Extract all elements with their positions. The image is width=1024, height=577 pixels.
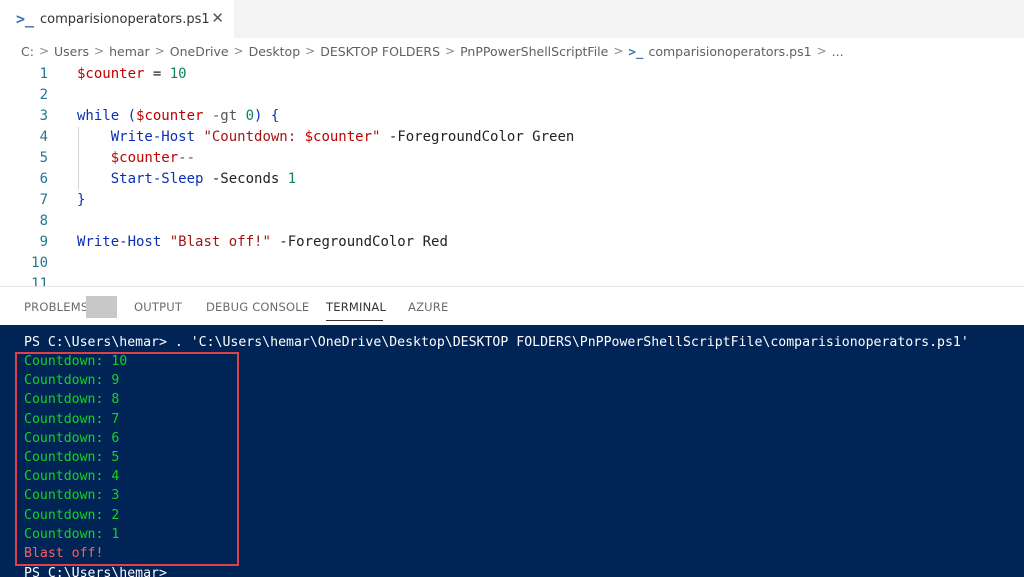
line-number: 2 [39,87,48,103]
chevron-right-icon: > [613,44,624,58]
code-line[interactable]: 2 [0,85,1024,106]
code-line[interactable]: 1 $counter = 10 [0,64,1024,85]
code-line[interactable]: 10 [0,253,1024,274]
breadcrumb-item[interactable]: ... [832,44,844,59]
code-token: $counter [304,129,373,145]
tab-debug-console[interactable]: DEBUG CONSOLE [206,300,309,314]
code-line[interactable]: 7} [0,190,1024,211]
breadcrumb-item[interactable]: Desktop [249,44,301,59]
code-token: 0 [245,108,255,124]
code-token: Start-Sleep [110,171,204,187]
line-number: 1 [39,66,48,82]
problems-count-badge [86,296,117,318]
chevron-right-icon: > [38,44,50,58]
line-number: 8 [39,213,48,229]
code-text: $counter-- [77,148,195,169]
chevron-right-icon: > [154,44,165,58]
indent-guide [78,127,79,190]
code-token: 1 [287,171,297,187]
breadcrumb: C: > Users > hemar > OneDrive > Desktop > DESKTOP … [0,38,1024,64]
output-highlight-box [15,352,239,566]
terminal-command-line: PS C:\Users\hemar> . 'C:\Users\hemar\One… [24,335,969,350]
code-text: while ($counter -gt 0) { [77,106,279,127]
code-token: Write-Host [110,129,196,145]
code-token: $counter [136,108,204,124]
code-token: Write-Host [77,234,162,250]
line-number: 9 [39,234,48,250]
panel-tab-bar: PROBLEMS OUTPUT DEBUG CONSOLE TERMINAL A… [0,287,1024,325]
close-icon[interactable]: ✕ [211,10,224,26]
tab-terminal[interactable]: TERMINAL [326,300,386,314]
breadcrumb-item[interactable]: C: [21,44,34,59]
tab-comparisionoperators[interactable]: >_ comparisionoperators.ps1 ✕ [0,0,234,38]
code-line[interactable]: 4 Write-Host "Countdown: $counter" -Fore… [0,127,1024,148]
code-text: $counter = 10 [77,64,187,85]
code-token: "Countdown: [195,129,305,145]
line-number: 4 [39,129,48,145]
code-token: -- [178,150,196,166]
chevron-right-icon: > [94,44,105,58]
chevron-right-icon: > [445,44,456,58]
code-token: -gt [203,108,246,124]
code-text: Write-Host "Countdown: $counter" -Foregr… [77,127,575,148]
code-token: -ForegroundColor Red [270,234,448,250]
code-token: $counter [77,66,145,82]
code-token: ( [119,108,137,124]
code-line[interactable]: 6 Start-Sleep -Seconds 1 [0,169,1024,190]
breadcrumb-item[interactable]: PnPPowerShellScriptFile [460,44,608,59]
code-line[interactable]: 5 $counter-- [0,148,1024,169]
code-token: -Seconds [203,171,288,187]
breadcrumb-item[interactable]: hemar [109,44,150,59]
line-number: 7 [39,192,48,208]
code-token: "Blast off!" [161,234,271,250]
code-token: $counter [110,150,179,166]
tab-azure[interactable]: AZURE [408,300,448,314]
code-token: 10 [169,66,187,82]
code-token: ) { [254,108,280,124]
code-text: Start-Sleep -Seconds 1 [77,169,296,190]
breadcrumb-item[interactable]: OneDrive [170,44,229,59]
code-editor[interactable]: 1 $counter = 10 2 3 while ($counter -gt 0) {… [0,64,1024,286]
line-number: 3 [39,108,48,124]
active-tab-indicator [326,320,383,321]
breadcrumb-item[interactable]: Users [54,44,89,59]
code-line[interactable]: 11 [0,274,1024,286]
editor-tab-bar: >_ comparisionoperators.ps1 ✕ [0,0,1024,38]
code-text: } [77,190,85,211]
powershell-icon: >_ [16,10,35,28]
line-number: 6 [39,171,48,187]
powershell-icon: >_ [628,43,644,59]
line-number: 5 [39,150,48,166]
chevron-right-icon: > [233,44,244,58]
code-text: Write-Host "Blast off!" -ForegroundColor… [77,232,448,253]
code-token: -ForegroundColor Green [380,129,575,145]
chevron-right-icon: > [305,44,316,58]
code-line[interactable]: 8 [0,211,1024,232]
code-token: while [77,108,120,124]
tab-label: comparisionoperators.ps1 [40,11,210,27]
breadcrumb-item[interactable]: comparisionoperators.ps1 [648,44,811,59]
code-token: } [77,192,86,208]
code-token: = [144,66,170,82]
tab-output[interactable]: OUTPUT [134,300,182,314]
breadcrumb-item[interactable]: DESKTOP FOLDERS [320,44,440,59]
line-number: 11 [31,276,48,286]
tab-problems[interactable]: PROBLEMS [24,300,88,314]
line-number: 10 [31,255,48,271]
chevron-right-icon: > [816,44,827,58]
code-line[interactable]: 3 while ($counter -gt 0) { [0,106,1024,127]
code-line[interactable]: 9 Write-Host "Blast off!" -ForegroundColo… [0,232,1024,253]
